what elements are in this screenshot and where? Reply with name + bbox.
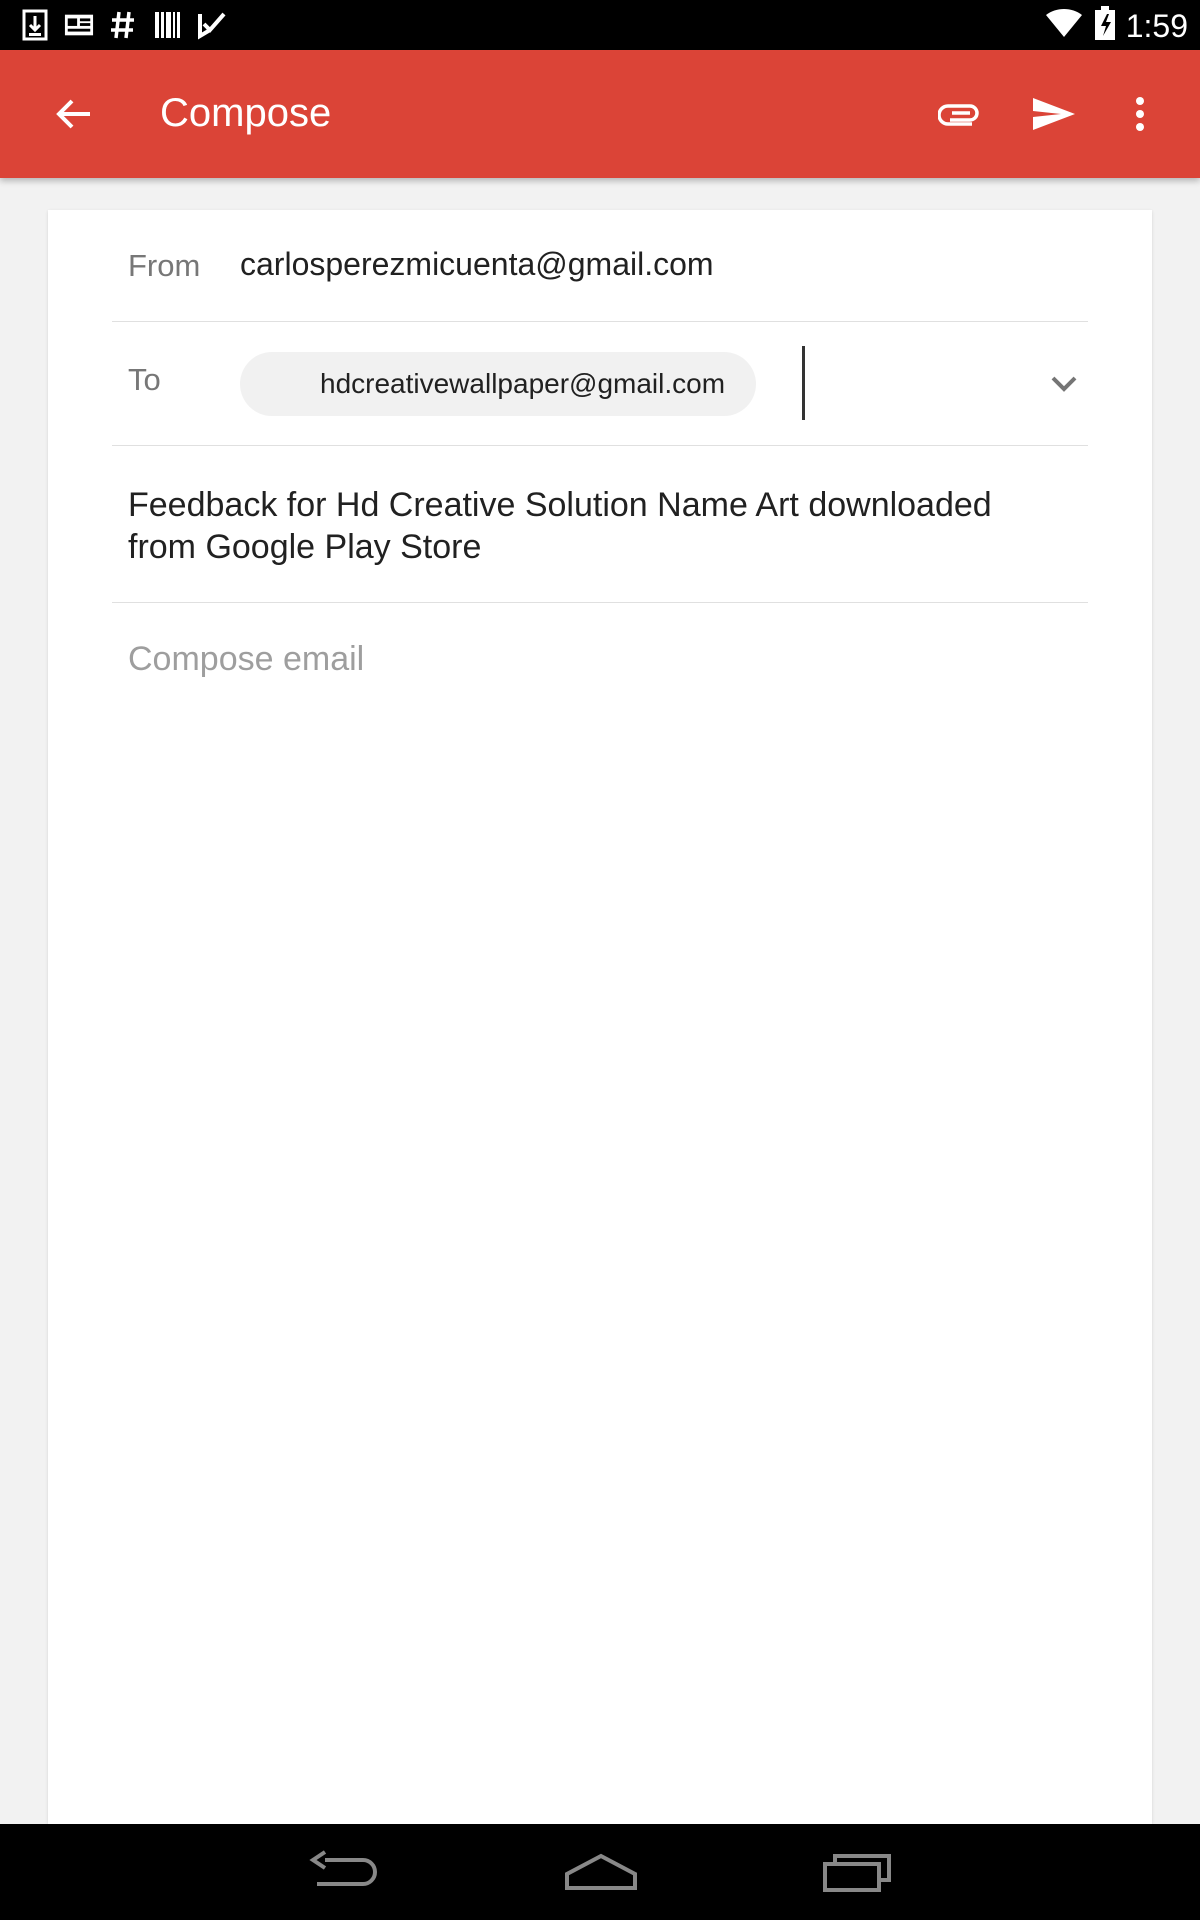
attach-button[interactable] <box>930 84 990 144</box>
barcode-icon <box>152 8 182 42</box>
overflow-menu-icon <box>1136 97 1144 131</box>
text-cursor <box>802 346 805 420</box>
chevron-down-icon <box>1051 376 1077 392</box>
expand-recipients-button[interactable] <box>1042 362 1086 406</box>
send-icon <box>1033 98 1075 130</box>
to-label: To <box>128 362 161 397</box>
app-bar: Compose <box>0 50 1200 178</box>
download-icon <box>20 8 50 42</box>
from-row[interactable]: From carlosperezmicuenta@gmail.com <box>112 210 1088 322</box>
wifi-icon <box>1044 7 1084 44</box>
nav-back-button[interactable] <box>298 1842 388 1902</box>
back-button[interactable] <box>46 86 102 142</box>
nav-recents-button[interactable] <box>812 1842 902 1902</box>
battery-icon <box>1094 6 1116 45</box>
arrow-back-icon <box>56 99 90 129</box>
subject-field[interactable]: Feedback for Hd Creative Solution Name A… <box>128 484 1068 568</box>
from-value[interactable]: carlosperezmicuenta@gmail.com <box>240 246 714 283</box>
body-input[interactable]: Compose email <box>128 640 364 679</box>
page-title: Compose <box>160 91 332 135</box>
navigation-bar <box>0 1824 1200 1920</box>
task-check-icon <box>196 8 226 42</box>
status-time: 1:59 <box>1125 7 1188 44</box>
recipient-chip[interactable]: hdcreativewallpaper@gmail.com <box>240 352 756 416</box>
overflow-menu-button[interactable] <box>1110 84 1170 144</box>
subject-row[interactable]: Feedback for Hd Creative Solution Name A… <box>112 446 1088 603</box>
notification-icons <box>20 8 226 42</box>
from-label: From <box>128 248 201 283</box>
compose-card: From carlosperezmicuenta@gmail.com To hd… <box>48 210 1152 1824</box>
to-row[interactable]: To hdcreativewallpaper@gmail.com <box>112 322 1088 446</box>
send-button[interactable] <box>1024 84 1084 144</box>
news-icon <box>64 8 94 42</box>
recents-icon <box>823 1854 891 1892</box>
back-icon <box>309 1850 377 1886</box>
home-icon <box>565 1853 637 1890</box>
nav-home-button[interactable] <box>556 1842 646 1902</box>
status-bar: 1:59 <box>0 0 1200 50</box>
hashtag-icon <box>108 8 138 42</box>
attach-icon <box>938 104 979 126</box>
